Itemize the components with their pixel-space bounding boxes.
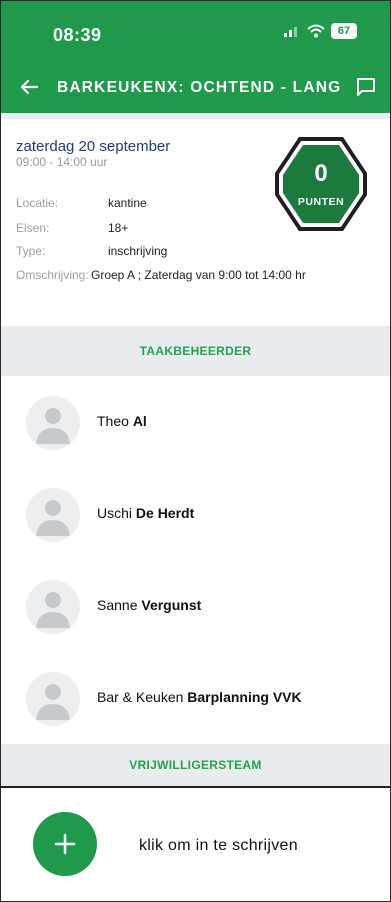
user-placeholder-icon [36,408,70,444]
signal-icon [284,27,297,37]
section-title: TAAKBEHEERDER [139,344,252,358]
section-title: VRIJWILLIGERSTEAM [129,758,262,772]
manager-list-item[interactable]: Sanne Vergunst [1,560,390,653]
last-name: Al [132,413,147,429]
first-name: Theo [97,413,129,429]
signup-add-button[interactable] [33,812,97,876]
user-placeholder-icon [36,500,70,536]
first-name: Bar & Keuken [97,689,184,705]
avatar [26,672,80,726]
signup-bar: klik om in te schrijven [1,788,390,901]
detail-value: 18+ [108,221,129,235]
back-arrow-icon[interactable] [17,75,41,99]
person-name: Uschi De Herdt [97,505,194,521]
detail-value: Groep A ; Zaterdag van 9:00 tot 14:00 hr [91,268,306,282]
signup-label[interactable]: klik om in te schrijven [139,837,298,855]
points-badge: 0 PUNTEN [273,135,369,233]
manager-list-item[interactable]: Theo Al [1,376,390,469]
avatar [26,488,80,542]
detail-label: Eisen: [16,221,50,235]
points-label: PUNTEN [297,196,345,208]
person-name: Theo Al [97,413,147,429]
manager-list-item[interactable]: Uschi De Herdt [1,468,390,561]
detail-value: inschrijving [108,244,168,258]
shift-date: zaterdag 20 september [16,138,171,155]
section-header-volunteers: VRIJWILLIGERSTEAM [1,744,390,786]
detail-value: kantine [108,196,147,210]
phone-screen: 08:39 67 BARKEUKENX: OCHTEND - LANG zate… [0,0,391,902]
avatar [26,580,80,634]
chat-icon[interactable] [354,75,378,99]
last-name: Vergunst [141,597,202,613]
shift-hours: 09:00 - 14:00 uur [16,155,108,169]
last-name: Barplanning VVK [187,689,302,705]
wifi-icon [307,24,325,38]
detail-label: Omschrijving: [16,268,89,282]
status-bar: 08:39 67 [1,1,390,63]
person-name: Bar & Keuken Barplanning VVK [97,689,302,705]
plus-icon [54,833,76,855]
last-name: De Herdt [135,505,195,521]
manager-list-item[interactable]: Bar & Keuken Barplanning VVK [1,652,390,745]
user-placeholder-icon [36,684,70,720]
user-placeholder-icon [36,592,70,628]
detail-label: Type: [16,244,46,258]
points-value: 0 [314,160,328,187]
status-time: 08:39 [53,25,102,45]
page-title: BARKEUKENX: OCHTEND - LANG [57,79,342,96]
app-bar: BARKEUKENX: OCHTEND - LANG [1,63,390,113]
section-header-managers: TAAKBEHEERDER [1,326,390,376]
status-icons: 67 [283,23,357,39]
first-name: Uschi [97,505,133,521]
avatar [26,396,80,450]
first-name: Sanne [97,597,138,613]
shift-details: zaterdag 20 september 09:00 - 14:00 uur … [1,119,390,309]
person-name: Sanne Vergunst [97,597,201,613]
battery-icon: 67 [331,23,357,39]
detail-label: Locatie: [16,196,59,210]
